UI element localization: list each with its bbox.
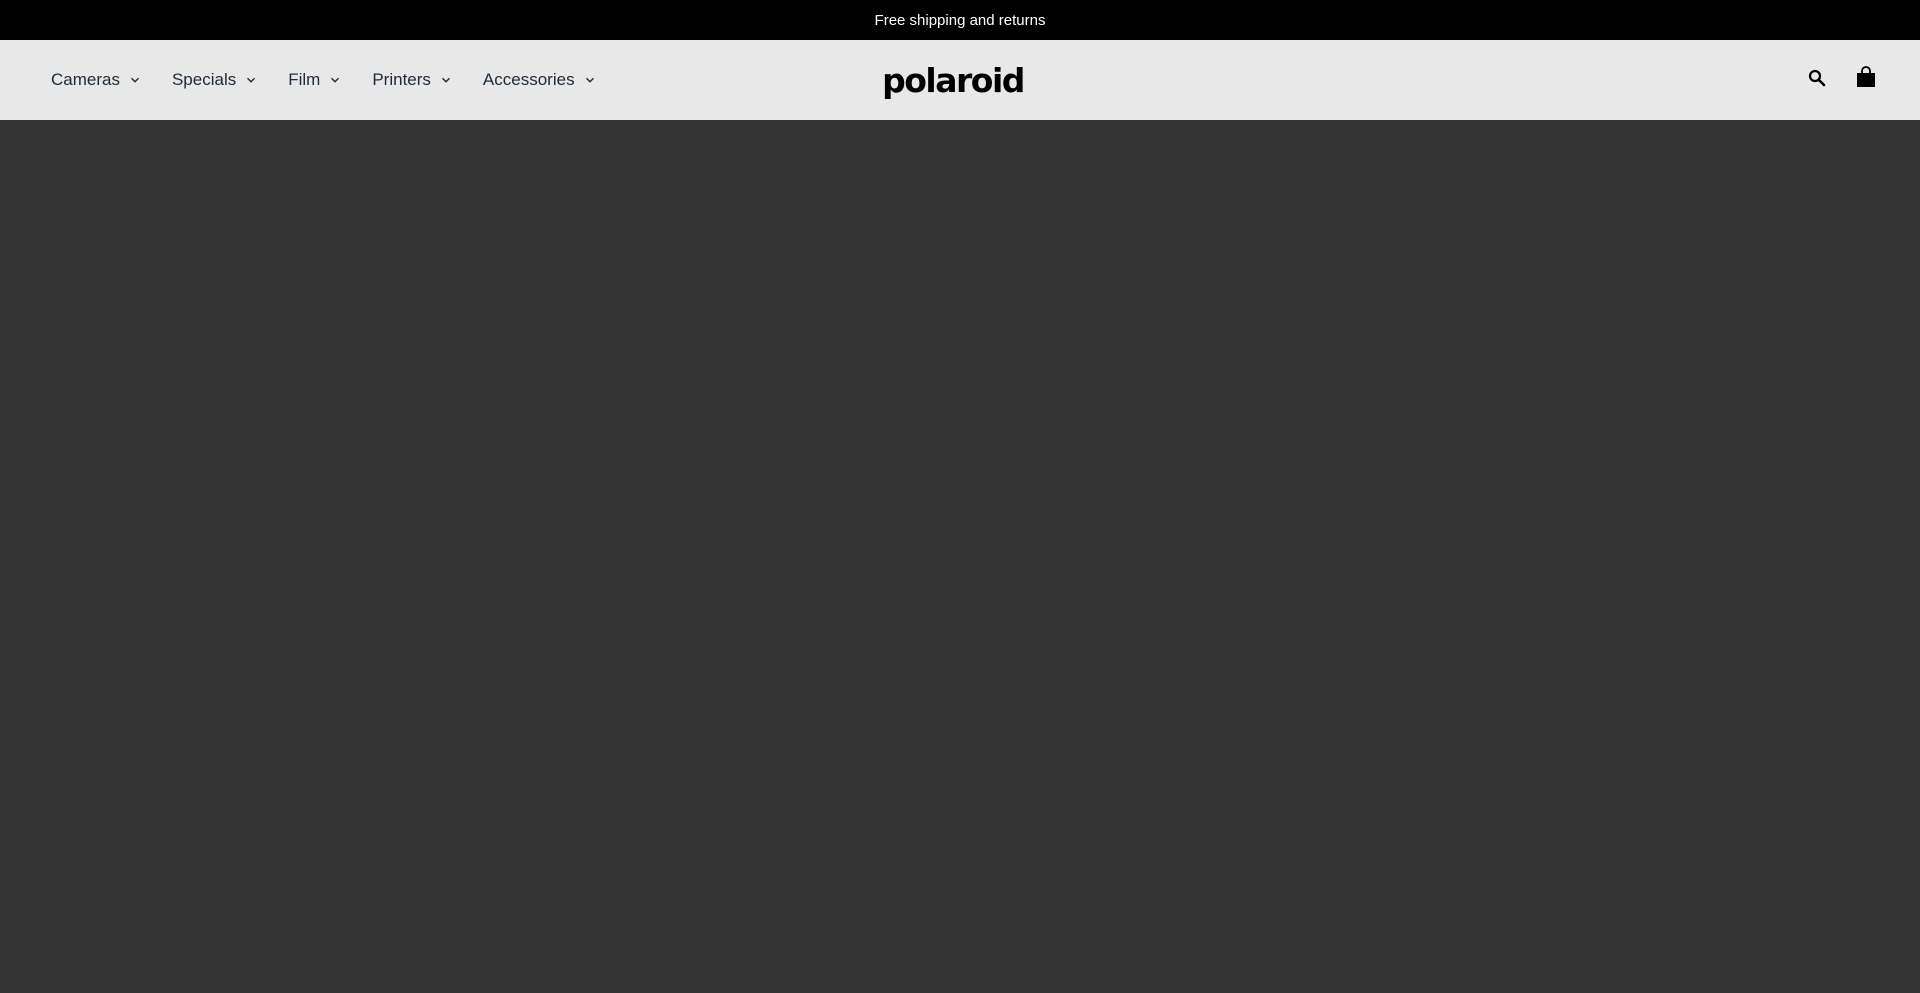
logo-text: polaroid <box>882 60 1025 100</box>
nav-item-label: Film <box>288 70 321 89</box>
search-button[interactable] <box>1806 69 1828 91</box>
chevron-down-icon <box>441 75 451 85</box>
nav-item-accessories[interactable]: Accessories <box>483 70 595 90</box>
polaroid-logo[interactable]: polaroid <box>882 60 1025 100</box>
nav-item-label: Specials <box>171 70 237 89</box>
chevron-down-icon <box>246 75 256 85</box>
nav-item-printers[interactable]: Printers <box>372 70 451 90</box>
nav-item-film[interactable]: Film <box>288 70 340 90</box>
shopping-bag-icon <box>1855 65 1877 93</box>
site-header: Cameras Specials Film Printers Accessori… <box>0 40 1920 120</box>
announcement-bar: Free shipping and returns <box>0 0 1920 40</box>
chevron-down-icon <box>330 75 340 85</box>
nav-item-label: Cameras <box>51 70 120 89</box>
nav-item-label: Accessories <box>482 70 575 89</box>
chevron-down-icon <box>585 75 595 85</box>
search-icon <box>1808 69 1826 92</box>
main-nav: Cameras Specials Film Printers Accessori… <box>51 40 627 120</box>
announcement-text: Free shipping and returns <box>874 11 1046 29</box>
main-content <box>0 120 1920 993</box>
nav-item-label: Printers <box>372 70 431 89</box>
nav-item-specials[interactable]: Specials <box>172 70 256 90</box>
nav-item-cameras[interactable]: Cameras <box>51 70 140 90</box>
chevron-down-icon <box>130 75 140 85</box>
cart-button[interactable] <box>1854 65 1878 93</box>
